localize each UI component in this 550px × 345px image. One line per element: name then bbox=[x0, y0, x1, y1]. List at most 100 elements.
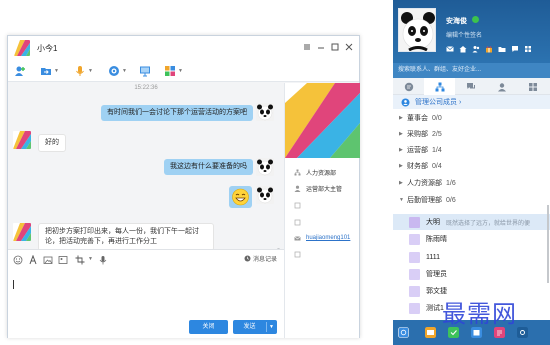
member-row[interactable]: 管理员 bbox=[393, 266, 550, 282]
department-row[interactable]: ▶ 采购部 2/5 bbox=[399, 128, 442, 140]
department-row[interactable]: ▶ 运营部 1/4 bbox=[399, 144, 442, 156]
collapse-chevron-icon: ▼ bbox=[399, 197, 404, 203]
window-menu-icon[interactable] bbox=[302, 42, 312, 52]
signature-field[interactable]: 编辑个性签名 bbox=[446, 30, 482, 39]
panda-avatar[interactable] bbox=[256, 186, 274, 204]
grid-icon[interactable] bbox=[524, 45, 532, 53]
watermark-logo: 最需网 bbox=[442, 300, 517, 328]
picture-icon[interactable] bbox=[58, 255, 68, 265]
monitor-icon bbox=[140, 66, 150, 77]
department-name: 采购部 bbox=[407, 131, 428, 138]
department-name: 后勤管理部 bbox=[407, 197, 442, 204]
chevron-down-icon: ▼ bbox=[122, 68, 127, 74]
member-name: 大明 bbox=[426, 219, 440, 226]
add-contact-button[interactable] bbox=[14, 64, 26, 78]
message-list[interactable]: 15:22:36 有时间我们一会讨论下那个运营活动的方案吧 好的 我这边有什么要… bbox=[8, 83, 284, 249]
close-window-icon[interactable] bbox=[344, 42, 354, 52]
department-row[interactable]: ▶ 财务部 0/4 bbox=[399, 160, 442, 172]
send-file-button[interactable]: ▼ bbox=[40, 64, 59, 78]
remote-assist-button[interactable]: ▼ bbox=[108, 64, 127, 78]
department-name: 人力资源部 bbox=[407, 180, 442, 187]
mail-icon[interactable] bbox=[446, 45, 454, 53]
message-bubble-incoming[interactable]: 把初步方案打印出来，每人一份，我们下午一起讨论，把活动完善下，再进行工作分工 bbox=[38, 223, 214, 249]
mail-icon bbox=[294, 235, 301, 240]
recent-chat-icon bbox=[404, 82, 413, 91]
tab-apps[interactable] bbox=[517, 78, 548, 95]
send-button[interactable]: 发送 ▼ bbox=[233, 320, 277, 334]
folder-icon[interactable] bbox=[498, 45, 506, 53]
contacts-scrollbar[interactable] bbox=[547, 205, 549, 283]
voice-message-icon[interactable] bbox=[98, 255, 108, 265]
divider bbox=[266, 322, 267, 332]
department-row-expanded[interactable]: ▼ 后勤管理部 0/6 bbox=[399, 194, 456, 206]
tab-recent[interactable] bbox=[393, 78, 424, 95]
panda-avatar[interactable] bbox=[256, 158, 274, 176]
expand-chevron-icon: ▶ bbox=[399, 131, 403, 137]
font-icon[interactable] bbox=[28, 255, 38, 265]
contact-avatar[interactable] bbox=[13, 131, 31, 149]
send-options-chevron-icon[interactable]: ▼ bbox=[269, 320, 274, 334]
panel-tab-bar bbox=[393, 78, 550, 95]
home-icon bbox=[294, 251, 301, 257]
contact-banner bbox=[285, 83, 360, 158]
emoji-icon[interactable] bbox=[13, 255, 23, 265]
message-input-area[interactable]: ▼ 消息记录 关闭 发送 ▼ bbox=[8, 249, 284, 338]
info-email[interactable]: huajiaomeng101 bbox=[294, 233, 350, 243]
user-avatar[interactable] bbox=[398, 8, 436, 52]
online-status-icon[interactable] bbox=[472, 16, 479, 23]
expand-chevron-icon: ▶ bbox=[399, 163, 403, 169]
member-row[interactable]: 1111 bbox=[393, 249, 550, 265]
maximize-icon[interactable] bbox=[330, 42, 340, 52]
voice-button[interactable]: ▼ bbox=[74, 64, 93, 78]
gift-icon[interactable] bbox=[485, 45, 493, 53]
screenshot-crop-icon[interactable] bbox=[75, 255, 85, 265]
panda-avatar[interactable] bbox=[256, 103, 274, 121]
member-row[interactable]: 大明 既然选择了远方，就给世界的便 bbox=[393, 214, 550, 230]
chat-icon[interactable] bbox=[511, 45, 519, 53]
group-chat-icon bbox=[466, 82, 475, 89]
screen-share-button[interactable] bbox=[139, 64, 151, 78]
member-row[interactable]: 陈雨晴 bbox=[393, 231, 550, 247]
grin-emoji-icon bbox=[232, 188, 249, 206]
app-launcher-icon[interactable] bbox=[398, 327, 409, 338]
users-icon[interactable] bbox=[472, 45, 480, 53]
message-bubble-outgoing[interactable]: 我这边有什么要准备的吗 bbox=[164, 159, 253, 175]
department-row[interactable]: ▶ 董事会 0/0 bbox=[399, 112, 442, 124]
contact-avatar[interactable] bbox=[14, 40, 30, 56]
close-chat-button[interactable]: 关闭 bbox=[189, 320, 228, 334]
department-count: 1/4 bbox=[432, 146, 442, 154]
contacts-icon bbox=[497, 82, 506, 91]
message-bubble-outgoing[interactable]: 有时间我们一会讨论下那个运营活动的方案吧 bbox=[101, 105, 253, 121]
department-count: 0/6 bbox=[446, 196, 456, 204]
desktop-screen: 小今1 ▼ ▼ ▼ ▼ 15:22:36 有时间我们一会讨论下那个运营活动的方案… bbox=[0, 0, 550, 345]
minimize-icon[interactable] bbox=[316, 42, 326, 52]
department-name: 财务部 bbox=[407, 163, 428, 170]
chevron-down-icon[interactable]: ▼ bbox=[88, 256, 93, 262]
manage-members-link[interactable]: 管理公司成员 › bbox=[393, 95, 550, 109]
mobile-icon bbox=[294, 219, 301, 225]
message-bubble-incoming[interactable]: 好的 bbox=[38, 134, 66, 152]
apps-button[interactable]: ▼ bbox=[164, 64, 183, 78]
tab-contacts[interactable] bbox=[486, 78, 517, 95]
tab-organization[interactable] bbox=[424, 78, 455, 95]
contact-avatar[interactable] bbox=[13, 223, 31, 241]
info-phone bbox=[294, 200, 306, 210]
mail-app-icon[interactable] bbox=[425, 327, 436, 338]
chat-title-bar[interactable]: 小今1 bbox=[8, 36, 359, 60]
settings-icon[interactable] bbox=[517, 327, 528, 338]
send-label: 发送 bbox=[243, 324, 256, 330]
folder-icon bbox=[41, 68, 51, 75]
home-icon[interactable] bbox=[459, 45, 467, 53]
chevron-down-icon: ▼ bbox=[54, 68, 59, 74]
contact-search-input[interactable]: 搜索联系人、群组、友好企业... bbox=[393, 63, 550, 78]
email-link[interactable]: huajiaomeng101 bbox=[306, 235, 350, 241]
image-icon[interactable] bbox=[43, 255, 53, 265]
org-icon bbox=[294, 169, 301, 175]
title-value: 运营部大主管 bbox=[306, 186, 343, 193]
tab-groups[interactable] bbox=[455, 78, 486, 95]
member-name: 1111 bbox=[426, 253, 441, 261]
expand-chevron-icon: ▶ bbox=[399, 115, 403, 121]
department-row[interactable]: ▶ 人力资源部 1/6 bbox=[399, 177, 456, 189]
message-history-button[interactable]: 消息记录 bbox=[244, 254, 277, 263]
emoji-message-bubble[interactable] bbox=[229, 186, 252, 208]
